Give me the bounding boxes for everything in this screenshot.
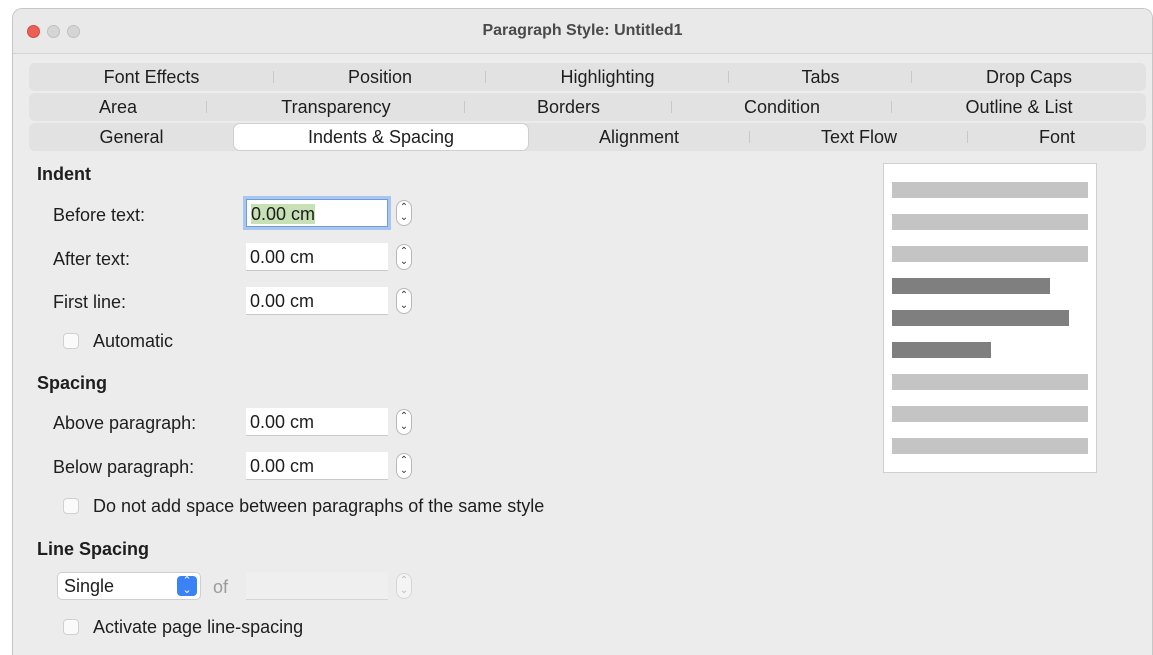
- before-text-stepper[interactable]: ⌃ ⌄: [396, 200, 412, 226]
- tab-row-2: Area Transparency Borders Condition Outl…: [29, 93, 1146, 121]
- automatic-label: Automatic: [93, 331, 174, 351]
- preview-line-current: [892, 278, 1050, 294]
- preview-line: [892, 246, 1088, 262]
- tab-position[interactable]: Position: [274, 63, 486, 91]
- tab-text-flow[interactable]: Text Flow: [750, 123, 968, 151]
- line-spacing-value-stepper[interactable]: ⌃ ⌄: [396, 573, 412, 599]
- below-paragraph-field[interactable]: 0.00 cm: [246, 452, 388, 480]
- tab-highlighting[interactable]: Highlighting: [486, 63, 729, 91]
- tab-transparency[interactable]: Transparency: [207, 93, 465, 121]
- tab-borders[interactable]: Borders: [465, 93, 672, 121]
- tab-outline-list[interactable]: Outline & List: [892, 93, 1146, 121]
- tab-alignment[interactable]: Alignment: [528, 123, 750, 151]
- above-paragraph-label: Above paragraph:: [53, 413, 197, 433]
- activate-page-line-spacing-checkbox[interactable]: [63, 619, 79, 635]
- spacing-heading: Spacing: [37, 373, 108, 393]
- above-paragraph-field[interactable]: 0.00 cm: [246, 408, 388, 436]
- window-title: Paragraph Style: Untitled1: [482, 22, 683, 39]
- title-bar: Paragraph Style: Untitled1: [13, 9, 1152, 54]
- activate-page-line-spacing-label: Activate page line-spacing: [93, 617, 304, 637]
- tab-row-3: General Indents & Spacing Alignment Text…: [29, 123, 1146, 151]
- after-text-stepper[interactable]: ⌃ ⌄: [396, 244, 412, 270]
- preview-line: [892, 406, 1088, 422]
- tab-font-effects[interactable]: Font Effects: [29, 63, 274, 91]
- tab-drop-caps[interactable]: Drop Caps: [912, 63, 1146, 91]
- tab-area[interactable]: Area: [29, 93, 207, 121]
- tab-row-1: Font Effects Position Highlighting Tabs …: [29, 63, 1146, 91]
- tab-tabs[interactable]: Tabs: [729, 63, 912, 91]
- line-spacing-heading: Line Spacing: [37, 539, 150, 559]
- tab-condition[interactable]: Condition: [672, 93, 892, 121]
- preview-line-current: [892, 342, 991, 358]
- indent-heading: Indent: [37, 164, 91, 184]
- tab-font[interactable]: Font: [968, 123, 1146, 151]
- line-spacing-value-field[interactable]: [246, 572, 388, 600]
- no-space-same-style-label: Do not add space between paragraphs of t…: [93, 496, 545, 516]
- preview-line: [892, 182, 1088, 198]
- below-paragraph-label: Below paragraph:: [53, 457, 195, 477]
- first-line-label: First line:: [53, 292, 127, 312]
- before-text-field[interactable]: 0.00 cm: [246, 199, 388, 227]
- tab-general[interactable]: General: [29, 123, 234, 151]
- preview-line-current: [892, 310, 1069, 326]
- paragraph-style-dialog: Paragraph Style: Untitled1 Font Effects …: [12, 8, 1153, 655]
- tab-indents-spacing[interactable]: Indents & Spacing: [234, 124, 528, 150]
- paragraph-preview: [883, 163, 1097, 473]
- below-paragraph-stepper[interactable]: ⌃ ⌄: [396, 453, 412, 479]
- after-text-label: After text:: [53, 249, 131, 269]
- of-label: of: [213, 577, 229, 597]
- above-paragraph-stepper[interactable]: ⌃ ⌄: [396, 409, 412, 435]
- chevron-updown-icon: ⌃ ⌄: [177, 576, 197, 596]
- automatic-checkbox[interactable]: [63, 333, 79, 349]
- first-line-field[interactable]: 0.00 cm: [246, 287, 388, 315]
- line-spacing-selected: Single: [64, 576, 115, 596]
- after-text-field[interactable]: 0.00 cm: [246, 243, 388, 271]
- no-space-same-style-checkbox[interactable]: [63, 498, 79, 514]
- preview-line: [892, 374, 1088, 390]
- preview-line: [892, 214, 1088, 230]
- before-text-label: Before text:: [53, 205, 146, 225]
- first-line-stepper[interactable]: ⌃ ⌄: [396, 288, 412, 314]
- preview-line: [892, 438, 1088, 454]
- line-spacing-select[interactable]: Single ⌃ ⌄: [57, 572, 201, 600]
